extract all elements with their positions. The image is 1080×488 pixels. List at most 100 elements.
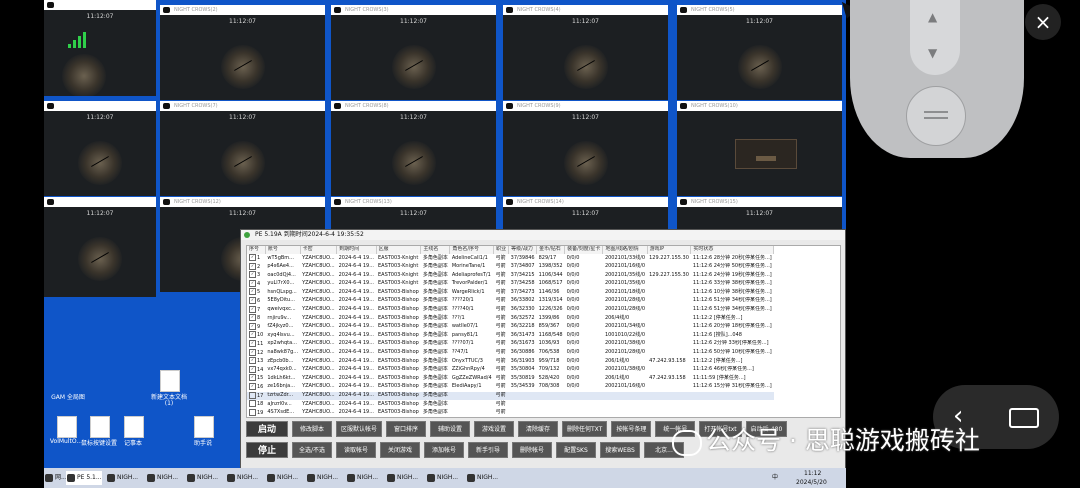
row-checkbox[interactable] [249, 400, 256, 408]
column-header[interactable]: 区服 [376, 246, 422, 254]
taskbar-app-item[interactable]: NIGH... [146, 471, 178, 485]
game-window-tile[interactable]: NIGHT CROWS(4) 11:12:07 [503, 5, 668, 100]
table-row[interactable]: ✓ 6 5E8yDitu... YZAHC8UO... 2024-6-4 19... EA… [247, 296, 774, 306]
column-header[interactable]: 地图/线路/剧情 [602, 246, 648, 254]
game-window-tile[interactable]: NIGHT CROWS(3) 11:12:07 [331, 5, 496, 100]
table-row[interactable]: ✓ 10 xyq4lsvu... YZAHC8UO... 2024-6-4 19... E… [247, 331, 774, 340]
taskbar-app-item[interactable]: NIGH... [426, 471, 458, 485]
action-button[interactable]: 读取帐号 [336, 442, 376, 458]
action-button[interactable]: 关闭游戏 [380, 442, 420, 458]
column-header[interactable]: 到期时间 [336, 246, 377, 254]
column-header[interactable]: 装备/刻度/星卡 [564, 246, 604, 254]
action-button[interactable]: 修改脚本 [292, 421, 332, 437]
column-header[interactable]: 主线名 [420, 246, 451, 254]
column-header[interactable]: 账号 [265, 246, 301, 254]
taskbar-app-item[interactable]: NIGH... [106, 471, 138, 485]
action-button[interactable]: 新手引导 [468, 442, 508, 458]
taskbar-app-item[interactable]: PE 5.1... [66, 471, 102, 485]
action-button[interactable]: 区服默认帐号 [336, 421, 383, 437]
action-button[interactable]: 配置SKS [556, 442, 596, 458]
column-header[interactable]: 实时状态 [690, 246, 775, 254]
action-button[interactable]: 删除帐号 [512, 442, 552, 458]
desktop-file-icon[interactable] [194, 416, 214, 438]
action-button[interactable]: 清除缓存 [518, 421, 559, 437]
table-row[interactable]: ✓ 2 p4s6Ae4... YZAHC8UO... 2024-6-4 19... EAS… [247, 262, 774, 272]
game-window-tile[interactable]: 11:12:07 [44, 101, 156, 196]
column-header[interactable]: 金币/钻石 [536, 246, 566, 254]
column-header[interactable]: 职业 [493, 246, 510, 254]
row-checkbox[interactable]: ✓ [249, 348, 256, 356]
desktop-file-icon[interactable] [160, 370, 180, 392]
taskbar-app-item[interactable]: NIGH... [226, 471, 258, 485]
row-checkbox[interactable]: ✓ [249, 314, 256, 322]
row-checkbox[interactable]: ✓ [249, 357, 256, 365]
game-window-tile[interactable]: NIGHT CROWS(9) 11:12:07 [503, 101, 668, 196]
column-header[interactable]: 角色名/序号 [449, 246, 495, 254]
taskbar-app-item[interactable]: NIGH... [306, 471, 338, 485]
table-row[interactable]: ✓ 3 oac0dQj4... YZAHC8UO... 2024-6-4 19... EA… [247, 271, 774, 280]
taskbar-app-item[interactable]: NIGH... [346, 471, 378, 485]
row-checkbox[interactable]: ✓ [249, 365, 256, 373]
action-button[interactable]: 添加帐号 [424, 442, 464, 458]
game-window-tile[interactable]: 11:12:07 [44, 0, 156, 96]
action-button[interactable]: 全选/不选 [292, 442, 332, 458]
table-row[interactable]: ✓ 1 wT5gBm... YZAHC8UO... 2024-6-4 19... EAST… [247, 254, 774, 263]
desktop-file-icon[interactable] [57, 416, 77, 438]
column-header[interactable]: 卡密 [300, 246, 338, 254]
table-row[interactable]: ✓ 13 zEpcb0b... YZAHC8UO... 2024-6-4 19... EA… [247, 357, 774, 366]
table-row[interactable]: ✓ 11 xp2whqta... YZAHC8UO... 2024-6-4 19... E… [247, 339, 774, 349]
column-header[interactable]: 等级/战力 [508, 246, 538, 254]
keyboard-icon[interactable] [1009, 408, 1039, 428]
taskbar[interactable]: 网... PE 5.1... NIGH... NIGH... NIGH... NIGH.… [44, 468, 846, 488]
action-button[interactable]: 辅助设置 [430, 421, 471, 437]
action-button[interactable]: 窗口排序 [386, 421, 427, 437]
column-header[interactable]: 序号 [247, 246, 266, 254]
action-button[interactable]: 游戏设置 [474, 421, 515, 437]
game-window-tile[interactable]: NIGHT CROWS(7) 11:12:07 [160, 101, 325, 196]
table-row[interactable]: ✓ 5 hsnQLspg... YZAHC8UO... 2024-6-4 19... EA… [247, 288, 774, 297]
taskbar-app-item[interactable]: NIGH... [386, 471, 418, 485]
table-row[interactable]: ✓ 14 vx74qxk0... YZAHC8UO... 2024-6-4 19... E… [247, 365, 774, 375]
taskbar-app-item[interactable]: NIGH... [266, 471, 298, 485]
scroll-down-icon[interactable]: ▼ [928, 46, 937, 60]
row-checkbox[interactable] [249, 408, 256, 416]
table-row[interactable]: ✓ 4 yuLl7rX0... YZAHC8UO... 2024-6-4 19... EA… [247, 279, 774, 289]
table-row[interactable]: 17 tzrtwZdr... YZAHC8UO... 2024-6-4 19... EA… [247, 391, 774, 401]
start-label[interactable]: 网... [44, 471, 67, 485]
row-checkbox[interactable]: ✓ [249, 262, 256, 270]
game-window-tile[interactable]: 11:12:07 [44, 197, 156, 297]
accounts-table[interactable]: 序号 账号 卡密 到期时间 区服 主线名 角色名/序号 职业 等级/战力 金币/钻石 装备/刻度/星… [246, 245, 841, 418]
action-button[interactable]: 停止 [246, 442, 288, 458]
row-checkbox[interactable]: ✓ [249, 254, 256, 261]
game-window-tile[interactable]: NIGHT CROWS(5) 11:12:07 [677, 5, 842, 100]
table-row[interactable]: ✓ 9 fZ4jkyz0... YZAHC8UO... 2024-6-4 19... EA… [247, 322, 774, 332]
action-button[interactable]: 搜索WEBS [600, 442, 640, 458]
row-checkbox[interactable]: ✓ [249, 374, 256, 382]
mouse-drag-button[interactable] [906, 86, 966, 146]
remote-desktop-screen[interactable]: 11:12:07 NIGHT CROWS(2) 11:12:07 NIGHT C… [44, 0, 846, 488]
desktop-file-icon[interactable] [124, 416, 144, 438]
row-checkbox[interactable]: ✓ [249, 305, 256, 313]
action-button[interactable]: 按帐号条理 [611, 421, 652, 437]
row-checkbox[interactable]: ✓ [249, 322, 256, 330]
table-row[interactable]: 19 4S7XsdE... YZAHC8UO... 2024-6-4 19... EAS… [247, 408, 774, 417]
row-checkbox[interactable]: ✓ [249, 271, 256, 279]
table-row[interactable]: ✓ 15 1dkLh6kt... YZAHC8UO... 2024-6-4 19... E… [247, 374, 774, 383]
action-button[interactable]: 启动 [246, 421, 288, 437]
table-row[interactable]: ✓ 8 rnjiru9v... YZAHC8UO... 2024-6-4 19... EA… [247, 314, 774, 323]
taskbar-ime[interactable]: 中 [772, 472, 778, 481]
table-row[interactable]: ✓ 7 qweivqxc... YZAHC8UO... 2024-6-4 19... EA… [247, 305, 774, 315]
row-checkbox[interactable]: ✓ [249, 296, 256, 304]
row-checkbox[interactable]: ✓ [249, 339, 256, 347]
game-window-tile[interactable]: NIGHT CROWS(8) 11:12:07 [331, 101, 496, 196]
action-button[interactable]: 删除任何TXT [562, 421, 608, 437]
close-button[interactable]: × [1025, 4, 1061, 40]
row-checkbox[interactable]: ✓ [249, 331, 256, 339]
row-checkbox[interactable]: ✓ [249, 382, 256, 390]
row-checkbox[interactable] [249, 391, 256, 399]
game-window-tile[interactable]: NIGHT CROWS(10) [677, 101, 842, 196]
desktop-file-icon[interactable] [90, 416, 110, 438]
table-row[interactable]: ✓ 12 na8wk87g... YZAHC8UO... 2024-6-4 19... E… [247, 348, 774, 358]
game-window-tile[interactable]: NIGHT CROWS(2) 11:12:07 [160, 5, 325, 100]
row-checkbox[interactable]: ✓ [249, 288, 256, 296]
